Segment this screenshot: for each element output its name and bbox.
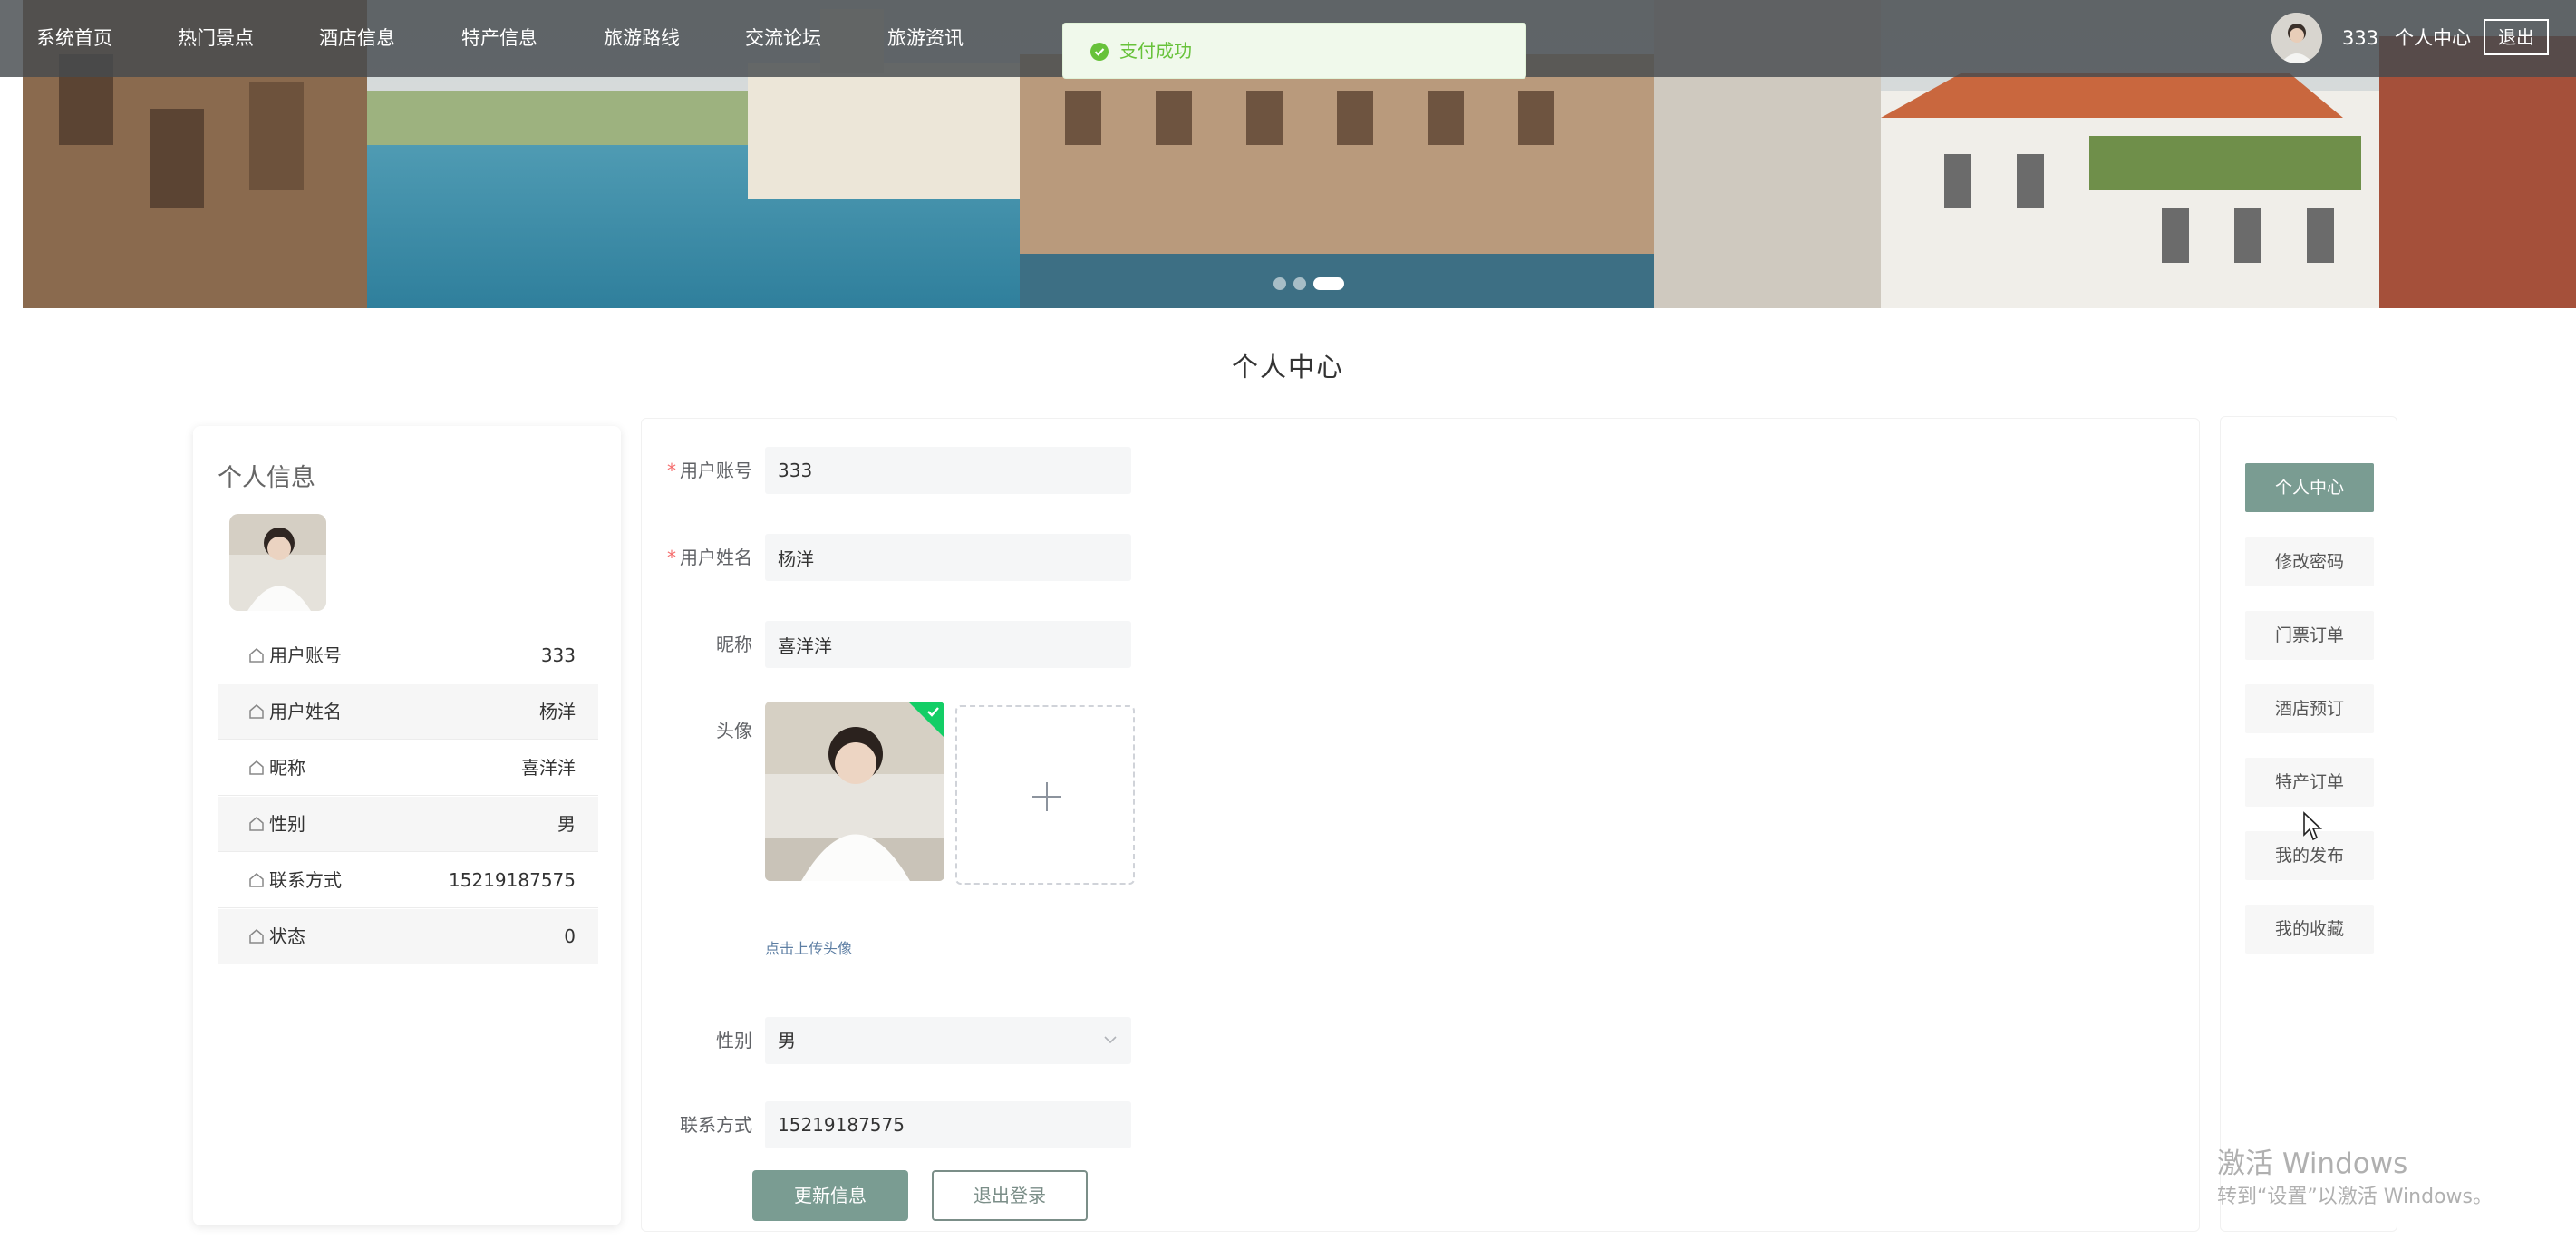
toast-message: 支付成功 [1119, 40, 1192, 62]
upload-hint[interactable]: 点击上传头像 [765, 936, 852, 958]
info-row-status: 状态 0 [218, 909, 598, 964]
update-info-button[interactable]: 更新信息 [752, 1170, 908, 1221]
avatar-uploaded-image[interactable] [765, 702, 944, 881]
account-input[interactable] [765, 447, 1131, 494]
info-value: 杨洋 [539, 701, 576, 722]
menu-ticket-orders[interactable]: 门票订单 [2245, 611, 2374, 660]
profile-card: 个人信息 用户账号 333 用户姓名 杨洋 昵称 喜洋洋 性别 男 联系方式 1… [193, 426, 621, 1225]
info-label: 性别 [269, 813, 305, 835]
nav-news[interactable]: 旅游资讯 [887, 0, 964, 77]
user-avatar[interactable] [2271, 13, 2322, 63]
nav-routes[interactable]: 旅游路线 [604, 0, 680, 77]
personal-center-link[interactable]: 个人中心 [2395, 0, 2471, 77]
info-value: 333 [540, 644, 576, 666]
info-row-account: 用户账号 333 [218, 628, 598, 683]
menu-personal-center[interactable]: 个人中心 [2245, 463, 2374, 512]
menu-hotel-booking[interactable]: 酒店预订 [2245, 684, 2374, 733]
info-row-name: 用户姓名 杨洋 [218, 684, 598, 740]
menu-change-password[interactable]: 修改密码 [2245, 537, 2374, 586]
info-label: 状态 [269, 925, 305, 947]
plus-icon [1032, 782, 1061, 811]
nav-specialties[interactable]: 特产信息 [461, 0, 537, 77]
avatar-image [2271, 13, 2322, 63]
home-icon [249, 873, 264, 887]
windows-activation-hint: 转到“设置”以激活 Windows。 [2217, 1186, 2493, 1208]
menu-specialty-orders[interactable]: 特产订单 [2245, 758, 2374, 807]
home-icon [249, 760, 264, 775]
home-icon [249, 817, 264, 831]
info-row-nickname: 昵称 喜洋洋 [218, 741, 598, 796]
profile-card-title: 个人信息 [218, 464, 315, 492]
gender-label: 性别 [716, 1030, 752, 1051]
info-value: 喜洋洋 [521, 757, 576, 779]
success-check-icon [1090, 43, 1109, 61]
logout-account-button[interactable]: 退出登录 [932, 1170, 1088, 1221]
logout-button[interactable]: 退出 [2484, 19, 2549, 55]
info-label: 昵称 [269, 757, 305, 779]
windows-activation-watermark: 激活 Windows [2217, 1148, 2408, 1180]
avatar-label: 头像 [716, 720, 752, 741]
avatar-upload-box[interactable] [955, 705, 1135, 885]
carousel-dot-1[interactable] [1273, 277, 1286, 290]
mouse-cursor-icon [2303, 811, 2323, 841]
required-mark: * [667, 460, 676, 481]
nav-home[interactable]: 系统首页 [36, 0, 112, 77]
page-title: 个人中心 [1231, 352, 1344, 383]
phone-input[interactable] [765, 1101, 1131, 1148]
home-icon [249, 648, 264, 663]
info-value: 15219187575 [449, 869, 576, 891]
carousel-dot-3[interactable] [1313, 277, 1344, 290]
nav-hotels[interactable]: 酒店信息 [319, 0, 395, 77]
info-value: 男 [557, 813, 576, 835]
carousel-dot-2[interactable] [1293, 277, 1306, 290]
info-row-gender: 性别 男 [218, 797, 598, 852]
nav-attractions[interactable]: 热门景点 [178, 0, 254, 77]
info-label: 联系方式 [269, 869, 342, 891]
home-icon [249, 929, 264, 944]
phone-label: 联系方式 [680, 1114, 752, 1136]
nickname-input[interactable] [765, 621, 1131, 668]
name-input[interactable] [765, 534, 1131, 581]
required-mark: * [667, 547, 676, 568]
menu-my-favorites[interactable]: 我的收藏 [2245, 905, 2374, 954]
nav-forum[interactable]: 交流论坛 [745, 0, 821, 77]
info-label: 用户账号 [269, 644, 342, 666]
name-label: * 用户姓名 [667, 547, 752, 568]
success-toast: 支付成功 [1062, 23, 1526, 79]
profile-avatar [229, 514, 326, 611]
account-label: * 用户账号 [667, 460, 752, 481]
profile-avatar-image [229, 514, 326, 611]
chevron-down-icon [1104, 1036, 1117, 1044]
info-label: 用户姓名 [269, 701, 342, 722]
info-value: 0 [564, 925, 576, 947]
home-icon [249, 704, 264, 719]
profile-form: *用户账号 *用户姓名 昵称 头像 点击上传头像 性别 男 联系方式 [641, 418, 2200, 1232]
gender-select[interactable]: 男 [765, 1017, 1131, 1064]
user-name-label: 333 [2342, 27, 2379, 49]
info-row-phone: 联系方式 15219187575 [218, 853, 598, 908]
upload-success-icon [908, 702, 944, 738]
nickname-label: 昵称 [716, 634, 752, 655]
